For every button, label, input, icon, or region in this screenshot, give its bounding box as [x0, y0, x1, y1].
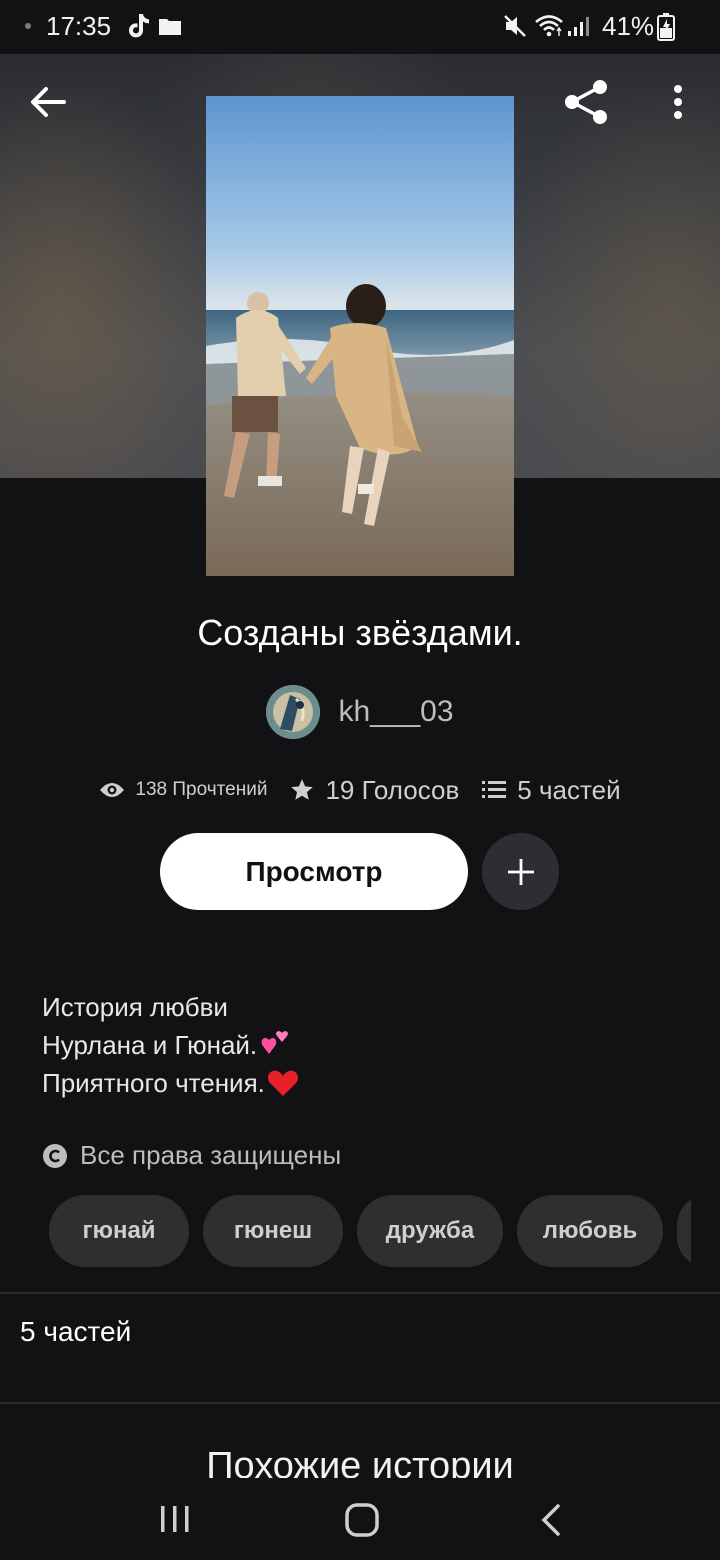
- back-button[interactable]: [24, 78, 72, 126]
- description-line: Приятного чтения.: [42, 1064, 682, 1102]
- divider: [0, 1402, 720, 1404]
- status-bar: 17:35 41%: [0, 0, 720, 54]
- story-stats: 138 Прочтений 19 Голосов 5 частей: [0, 768, 720, 812]
- system-back-icon[interactable]: [532, 1500, 568, 1540]
- read-button[interactable]: Просмотр: [160, 833, 468, 910]
- parts-heading[interactable]: 5 частей: [20, 1316, 131, 1348]
- share-icon[interactable]: [560, 76, 614, 130]
- wifi-icon: [535, 15, 563, 37]
- plus-icon: [507, 858, 534, 885]
- status-time: 17:35: [46, 11, 112, 41]
- mute-icon: [504, 15, 526, 37]
- battery-icon: [657, 13, 675, 41]
- red-heart-icon: [267, 1070, 298, 1096]
- more-vertical-icon[interactable]: [660, 78, 696, 126]
- battery-percentage: 41%: [602, 11, 655, 41]
- tiktok-icon: [129, 14, 149, 38]
- similar-stories-heading: Похожие истории: [206, 1445, 514, 1478]
- copyright-label: Все права защищены: [80, 1140, 342, 1170]
- signal-icon: [568, 17, 589, 36]
- votes-stat: 19 Голосов: [289, 775, 459, 806]
- story-title: Созданы звёздами.: [197, 612, 523, 653]
- folder-icon: [159, 19, 181, 35]
- reads-stat: 138 Прочтений: [99, 779, 267, 801]
- author-row[interactable]: kh___03: [0, 684, 720, 740]
- tag-chip[interactable]: гюнеш: [203, 1195, 343, 1267]
- parts-stat: 5 частей: [481, 774, 621, 806]
- system-navigation-bar: [0, 1478, 720, 1560]
- copyright-icon: [43, 1143, 67, 1168]
- home-icon[interactable]: [340, 1500, 384, 1540]
- story-cover-image[interactable]: [206, 96, 514, 576]
- votes-count: 19 Голосов: [325, 774, 460, 805]
- recent-apps-icon[interactable]: [156, 1502, 194, 1536]
- star-icon: [291, 779, 314, 800]
- story-description: История любви Нурлана и Гюнай. Приятного…: [42, 988, 682, 1102]
- two-hearts-icon: [261, 1031, 289, 1054]
- tag-list[interactable]: гюнай гюнеш дружба любовь: [49, 1195, 691, 1267]
- author-name[interactable]: kh___03: [338, 695, 453, 729]
- tag-chip[interactable]: [677, 1195, 691, 1267]
- tag-chip[interactable]: любовь: [517, 1195, 663, 1267]
- tag-chip[interactable]: дружба: [357, 1195, 503, 1267]
- copyright-notice: Все права защищены: [42, 1140, 341, 1171]
- notification-dot: [25, 23, 31, 29]
- list-icon: [482, 781, 507, 798]
- parts-count: 5 частей: [517, 774, 621, 805]
- description-line: История любви: [42, 992, 228, 1022]
- add-to-library-button[interactable]: [482, 833, 559, 910]
- reads-count: 138 Прочтений: [135, 779, 268, 800]
- description-line: Нурлана и Гюнай.: [42, 1026, 682, 1064]
- tag-chip[interactable]: гюнай: [49, 1195, 189, 1267]
- avatar[interactable]: [266, 685, 321, 739]
- eye-icon: [100, 783, 125, 797]
- divider: [0, 1292, 720, 1294]
